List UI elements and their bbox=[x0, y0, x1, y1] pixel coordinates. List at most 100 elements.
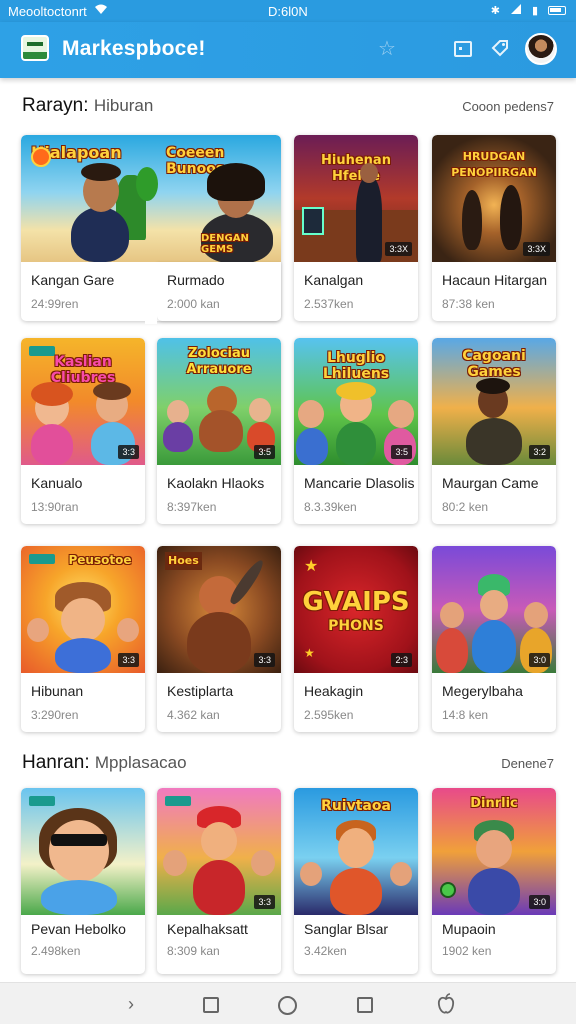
app-thumbnail: 3:0 bbox=[432, 546, 556, 673]
app-card[interactable]: HRUDGAN PENOPIIRGAN 3:3X Hacaun Hitargan… bbox=[432, 135, 556, 321]
app-meta: 2.537ken bbox=[304, 297, 354, 311]
thumbnail-badge bbox=[165, 796, 191, 806]
thumbnail-title: PHONS bbox=[328, 618, 384, 634]
app-name: Megerylbaha bbox=[442, 683, 523, 699]
app-card[interactable]: Pevan Hebolko 2.498ken bbox=[21, 788, 145, 974]
navigation-bar: › bbox=[0, 982, 576, 1024]
app-name: Maurgan Came bbox=[442, 475, 539, 491]
app-bar: Markespboce! ☆ bbox=[0, 22, 576, 78]
app-card[interactable]: Peusotoe 3:3 Hibunan 3:290ren bbox=[21, 546, 145, 732]
duration-badge: 2:3 bbox=[391, 653, 412, 667]
app-card[interactable]: Rurmado 2:000 kan bbox=[157, 262, 281, 321]
signal-icon bbox=[510, 3, 522, 18]
duration-badge: 3:3X bbox=[523, 242, 550, 256]
app-meta: 4.362 kan bbox=[167, 708, 220, 722]
duration-badge: 3:3 bbox=[254, 895, 275, 909]
app-meta: 3.42ken bbox=[304, 944, 347, 958]
app-logo-icon[interactable] bbox=[21, 35, 49, 61]
app-name: Sanglar Blsar bbox=[304, 921, 389, 937]
clock: D:6l0N bbox=[268, 4, 308, 19]
thumbnail-title: GVAIPS bbox=[302, 587, 410, 617]
app-name: Kangan Gare bbox=[31, 272, 115, 288]
duration-badge: 3:0 bbox=[529, 895, 550, 909]
thumbnail-title: Cagoani Games bbox=[462, 348, 526, 380]
duration-badge: 3:0 bbox=[529, 653, 550, 667]
app-meta: 8:397ken bbox=[167, 500, 217, 514]
app-title: Markespboce! bbox=[62, 37, 206, 60]
app-thumbnail: 3:3 bbox=[157, 788, 281, 915]
app-name: Kestiplarta bbox=[167, 683, 234, 699]
section-subtitle: Hiburan bbox=[93, 96, 154, 115]
star-icon: ★ bbox=[304, 558, 319, 575]
app-meta: 3:290ren bbox=[31, 708, 79, 722]
app-name: Kepalhaksatt bbox=[167, 921, 248, 937]
app-thumbnail: Hiuhenan Hfelue 3:3X bbox=[294, 135, 418, 262]
avatar[interactable] bbox=[525, 33, 557, 65]
app-card[interactable]: Dinrlic 3:0 Mupaoin 1902 ken bbox=[432, 788, 556, 974]
tag-icon[interactable] bbox=[488, 38, 512, 62]
thumbnail-title: Kaslian Cliubres bbox=[50, 354, 116, 386]
thumbnail-badge bbox=[29, 554, 55, 564]
thumbnail-title: Ruivtaoa bbox=[321, 798, 391, 814]
chevron-right-icon[interactable]: › bbox=[120, 993, 142, 1015]
app-meta: 2:000 kan bbox=[167, 297, 220, 311]
card-gap bbox=[145, 262, 157, 324]
app-card[interactable]: Hoes 3:3 Kestiplarta 4.362 kan bbox=[157, 546, 281, 732]
thumbnail-badge bbox=[29, 796, 55, 806]
app-thumbnail: Zolociau Arrauore 3:5 bbox=[157, 338, 281, 465]
window-icon[interactable] bbox=[451, 38, 475, 62]
app-card[interactable]: Ruivtaoa Sanglar Blsar 3.42ken bbox=[294, 788, 418, 974]
app-thumbnail: GVAIPS PHONS ★ ★ 2:3 bbox=[294, 546, 418, 673]
duration-badge: 3:3 bbox=[254, 653, 275, 667]
app-meta: 2.595ken bbox=[304, 708, 354, 722]
thumbnail-title: Hiuhenan Hfelue bbox=[321, 153, 391, 184]
app-meta: 80:2 ken bbox=[442, 500, 489, 514]
thumbnail-title: Hoes bbox=[165, 552, 202, 570]
app-card[interactable]: 3:0 Megerylbaha 14:8 ken bbox=[432, 546, 556, 732]
battery-icon bbox=[548, 6, 566, 15]
section-title-text: Hanran: bbox=[22, 752, 90, 773]
section-more-link[interactable]: Cooon pedens7 bbox=[462, 99, 554, 114]
app-card[interactable]: Kaslian Cliubres 3:3 Kanualo 13:90ran bbox=[21, 338, 145, 524]
duration-badge: 3:5 bbox=[391, 445, 412, 459]
thumbnail-title: Zolociau Arrauore bbox=[186, 346, 252, 377]
home-icon[interactable] bbox=[278, 996, 297, 1015]
app-meta: 14:8 ken bbox=[442, 708, 489, 722]
section-more-link[interactable]: Denene7 bbox=[501, 756, 554, 771]
status-bar: Meooltoctonrt D:6l0N ✱ ▮ bbox=[0, 0, 576, 22]
duration-badge: 3:2 bbox=[529, 445, 550, 459]
duration-badge: 3:3X bbox=[385, 242, 412, 256]
app-card[interactable]: Lhuglio Lhiluens 3:5 Mancarie Dlasolis 8… bbox=[294, 338, 418, 524]
app-card[interactable]: Zolociau Arrauore 3:5 Kaolakn Hlaoks 8:3… bbox=[157, 338, 281, 524]
wifi-icon bbox=[94, 3, 108, 18]
app-name: Kaolakn Hlaoks bbox=[167, 475, 265, 491]
app-card[interactable]: Cagoani Games 3:2 Maurgan Came 80:2 ken bbox=[432, 338, 556, 524]
app-name: Kanalgan bbox=[304, 272, 364, 288]
app-meta: 13:90ran bbox=[31, 500, 79, 514]
star-icon: ★ bbox=[304, 646, 315, 660]
app-name: Mancarie Dlasolis bbox=[304, 475, 415, 491]
recents-icon[interactable] bbox=[357, 997, 373, 1013]
app-thumbnail: Ruivtaoa bbox=[294, 788, 418, 915]
app-name: Pevan Hebolko bbox=[31, 921, 126, 937]
app-meta: 8:309 kan bbox=[167, 944, 220, 958]
apple-icon[interactable] bbox=[435, 993, 457, 1015]
app-card[interactable]: Hiuhenan Hfelue 3:3X Kanalgan 2.537ken bbox=[294, 135, 418, 321]
thumbnail-title: HRUDGAN PENOPIIRGAN bbox=[451, 150, 537, 179]
app-card[interactable]: 3:3 Kepalhaksatt 8:309 kan bbox=[157, 788, 281, 974]
app-thumbnail: HRUDGAN PENOPIIRGAN 3:3X bbox=[432, 135, 556, 262]
network-icon: ▮ bbox=[531, 5, 538, 17]
app-name: Rurmado bbox=[167, 272, 225, 288]
section-title-text: Rarayn: bbox=[22, 95, 89, 116]
app-card[interactable]: GVAIPS PHONS ★ ★ 2:3 Heakagin 2.595ken bbox=[294, 546, 418, 732]
bluetooth-icon: ✱ bbox=[490, 5, 500, 17]
thumbnail-title: Peusotoe bbox=[68, 553, 132, 567]
star-icon[interactable]: ☆ bbox=[375, 38, 399, 62]
app-thumbnail: Hoes 3:3 bbox=[157, 546, 281, 673]
duration-badge: 3:5 bbox=[254, 445, 275, 459]
square-icon[interactable] bbox=[203, 997, 219, 1013]
app-meta: 24:99ren bbox=[31, 297, 79, 311]
app-meta: 2.498ken bbox=[31, 944, 81, 958]
thumbnail-title: Lhuglio Lhiluens bbox=[322, 350, 390, 382]
thumbnail-title: Dinrlic bbox=[470, 796, 518, 811]
